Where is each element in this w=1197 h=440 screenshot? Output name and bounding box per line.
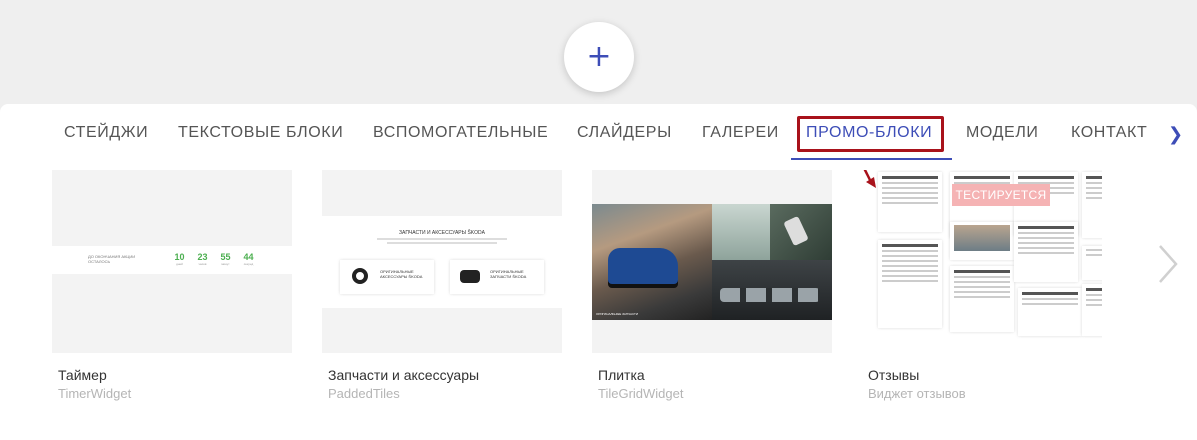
- accessories-tile: ОРИГИНАЛЬНЫЕ АКСЕССУАРЫ ŠKODA: [340, 260, 434, 294]
- tab-helpers[interactable]: ВСПОМОГАТЕЛЬНЫЕ: [373, 124, 548, 142]
- block-card-reviews[interactable]: ТЕСТИРУЕТСЯ Отзывы Виджет отзывов: [862, 170, 1102, 401]
- wheel-icon: [352, 268, 368, 284]
- card-subtitle: Виджет отзывов: [868, 386, 966, 401]
- timer-strip: ДО ОКОНЧАНИЯ АКЦИИ ОСТАЛОСЬ 10 дней 23 час…: [52, 246, 292, 274]
- red-arrow-icon: [863, 170, 876, 188]
- timer-preview: ДО ОКОНЧАНИЯ АКЦИИ ОСТАЛОСЬ 10 дней 23 час…: [52, 170, 292, 353]
- tile-label: ОРИГИНАЛЬНЫЕ ЗАПЧАСТИ ŠKODA: [490, 269, 527, 279]
- category-tabs: СТЕЙДЖИ ТЕКСТОВЫЕ БЛОКИ ВСПОМОГАТЕЛЬНЫЕ …: [0, 104, 1197, 162]
- padded-tiles-content: ЗАПЧАСТИ И АКСЕССУАРЫ ŠKODA ОРИГИНАЛЬНЫЕ…: [322, 216, 562, 308]
- card-title: Плитка: [598, 367, 645, 383]
- plus-icon: +: [586, 39, 612, 74]
- card-title: Таймер: [58, 367, 107, 383]
- block-library-panel: СТЕЙДЖИ ТЕКСТОВЫЕ БЛОКИ ВСПОМОГАТЕЛЬНЫЕ …: [0, 104, 1197, 440]
- cars-image: [720, 288, 820, 302]
- parts-tile: ОРИГИНАЛЬНЫЕ ЗАПЧАСТИ ŠKODA: [450, 260, 544, 294]
- review-card: [1082, 246, 1102, 280]
- tile-grid-preview: ОРИГИНАЛЬНЫЕ ЗАПЧАСТИ: [592, 170, 832, 353]
- timer-seconds: 44 секунд: [243, 252, 254, 266]
- add-block-button[interactable]: +: [564, 22, 634, 92]
- card-title: Отзывы: [868, 367, 920, 383]
- tab-sliders[interactable]: СЛАЙДЕРЫ: [577, 124, 672, 142]
- tile-caption: ОРИГИНАЛЬНЫЕ ЗАПЧАСТИ: [596, 312, 639, 316]
- review-card: [1082, 172, 1102, 238]
- reviews-preview: ТЕСТИРУЕТСЯ: [862, 170, 1102, 353]
- top-area: +: [0, 0, 1197, 104]
- tab-stages[interactable]: СТЕЙДЖИ: [64, 124, 148, 142]
- text-line: [377, 238, 507, 240]
- tile-suv-photo: ОРИГИНАЛЬНЫЕ ЗАПЧАСТИ: [592, 204, 712, 320]
- padded-tiles-preview: ЗАПЧАСТИ И АКСЕССУАРЫ ŠKODA ОРИГИНАЛЬНЫЕ…: [322, 170, 562, 353]
- card-subtitle: PaddedTiles: [328, 386, 400, 401]
- review-card: [1018, 288, 1082, 336]
- active-tab-highlight-frame: [797, 116, 944, 152]
- car-part-icon: [460, 270, 480, 283]
- car-image: [608, 248, 678, 284]
- timer-days: 10 дней: [174, 252, 185, 266]
- block-card-tile-grid[interactable]: ОРИГИНАЛЬНЫЕ ЗАПЧАСТИ Плитка TileGridWid…: [592, 170, 832, 401]
- tab-models[interactable]: МОДЕЛИ: [966, 124, 1039, 142]
- chevron-right-icon[interactable]: ❯: [1168, 124, 1183, 145]
- block-card-padded-tiles[interactable]: ЗАПЧАСТИ И АКСЕССУАРЫ ŠKODA ОРИГИНАЛЬНЫЕ…: [322, 170, 562, 401]
- tab-text-blocks[interactable]: ТЕКСТОВЫЕ БЛОКИ: [178, 124, 343, 142]
- tile-dealership-photo: [712, 204, 770, 260]
- review-card: [950, 222, 1014, 260]
- tile-label: ОРИГИНАЛЬНЫЕ АКСЕССУАРЫ ŠKODA: [380, 269, 423, 279]
- timer-numbers: 10 дней 23 часов 55 минут 44 секунд: [172, 252, 256, 266]
- review-card: [878, 172, 942, 232]
- review-card: [1014, 222, 1078, 282]
- timer-minutes: 55 минут: [220, 252, 231, 266]
- review-card: [950, 266, 1014, 332]
- tab-contact[interactable]: КОНТАКТ: [1071, 124, 1147, 142]
- text-line: [387, 242, 497, 244]
- review-card: [1082, 284, 1102, 336]
- active-tab-underline: [791, 158, 952, 160]
- timer-label: ДО ОКОНЧАНИЯ АКЦИИ ОСТАЛОСЬ: [88, 254, 136, 264]
- block-card-timer[interactable]: ДО ОКОНЧАНИЯ АКЦИИ ОСТАЛОСЬ 10 дней 23 час…: [52, 170, 292, 401]
- card-subtitle: TimerWidget: [58, 386, 132, 401]
- timer-hours: 23 часов: [197, 252, 208, 266]
- card-subtitle: TileGridWidget: [598, 386, 684, 401]
- card-title: Запчасти и аксессуары: [328, 367, 480, 383]
- testing-badge: ТЕСТИРУЕТСЯ: [952, 184, 1050, 206]
- tab-galleries[interactable]: ГАЛЕРЕИ: [702, 124, 779, 142]
- chevron-right-icon[interactable]: [1156, 242, 1180, 286]
- review-card: [878, 240, 942, 328]
- padded-tiles-heading: ЗАПЧАСТИ И АКСЕССУАРЫ ŠKODA: [399, 230, 485, 236]
